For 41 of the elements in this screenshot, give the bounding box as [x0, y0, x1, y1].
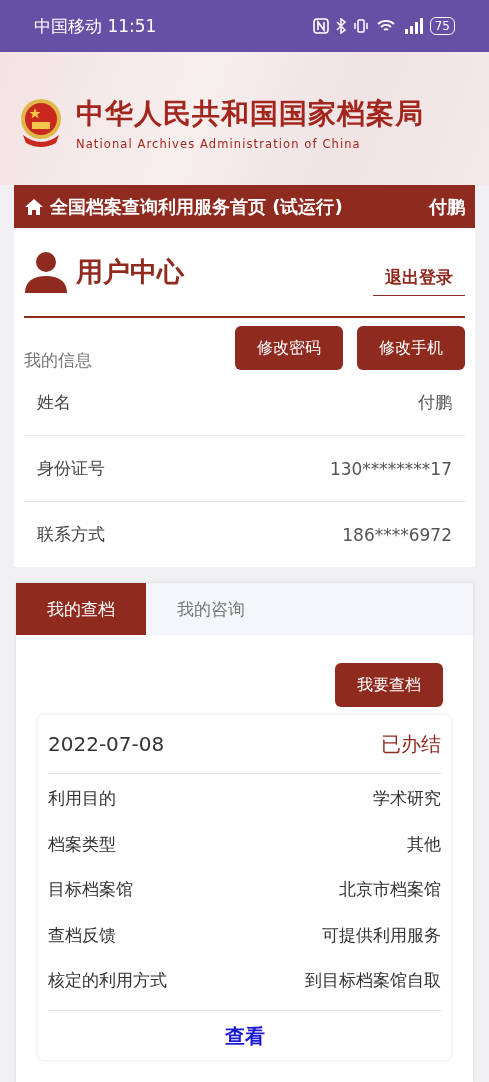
bluetooth-icon	[335, 18, 346, 34]
record-label: 目标档案馆	[48, 878, 133, 902]
record-label: 利用目的	[48, 787, 116, 811]
nav-title[interactable]: 全国档案查询利用服务首页 (试运行)	[50, 194, 343, 219]
site-title: 中华人民共和国国家档案局	[76, 95, 424, 132]
national-emblem-icon	[18, 96, 64, 149]
record-label: 档案类型	[48, 832, 116, 856]
record-value: 北京市档案馆	[339, 878, 441, 902]
record-label: 核定的利用方式	[48, 969, 167, 993]
carrier-time: 中国移动 11:51	[34, 14, 157, 38]
user-center-title: 用户中心	[76, 255, 184, 289]
record-status: 已办结	[381, 730, 441, 758]
user-icon	[24, 250, 68, 294]
vibrate-icon	[352, 18, 369, 34]
request-button[interactable]: 我要查档	[335, 663, 443, 707]
record-value: 到目标档案馆自取	[305, 969, 441, 993]
field-label: 身份证号	[37, 457, 105, 480]
nfc-icon	[312, 18, 329, 34]
battery-level: 75	[429, 17, 455, 35]
site-subtitle: National Archives Administration of China	[76, 136, 362, 151]
field-label: 联系方式	[37, 523, 105, 546]
record-value: 其他	[407, 832, 441, 856]
record-date: 2022-07-08	[48, 732, 165, 756]
record-value: 学术研究	[373, 787, 441, 811]
tab[interactable]: 我的咨询	[146, 583, 276, 635]
field-value: 付鹏	[418, 391, 452, 414]
signal-icon	[402, 18, 423, 34]
wifi-icon	[375, 18, 396, 34]
record-value: 可提供利用服务	[322, 923, 441, 947]
tab[interactable]: 我的查档	[16, 583, 146, 635]
edit-button[interactable]: 修改密码	[235, 326, 343, 370]
field-label: 姓名	[37, 391, 71, 414]
section-title: 我的信息	[24, 349, 92, 372]
edit-button[interactable]: 修改手机	[357, 326, 465, 370]
field-value: 186****6972	[342, 524, 452, 545]
home-icon[interactable]	[24, 197, 44, 216]
view-link[interactable]: 查看	[224, 1022, 265, 1050]
logout-link[interactable]: 退出登录	[373, 266, 465, 296]
field-value: 130********17	[329, 458, 452, 479]
user-name: 付鹏	[429, 194, 465, 219]
record-label: 查档反馈	[48, 923, 116, 947]
